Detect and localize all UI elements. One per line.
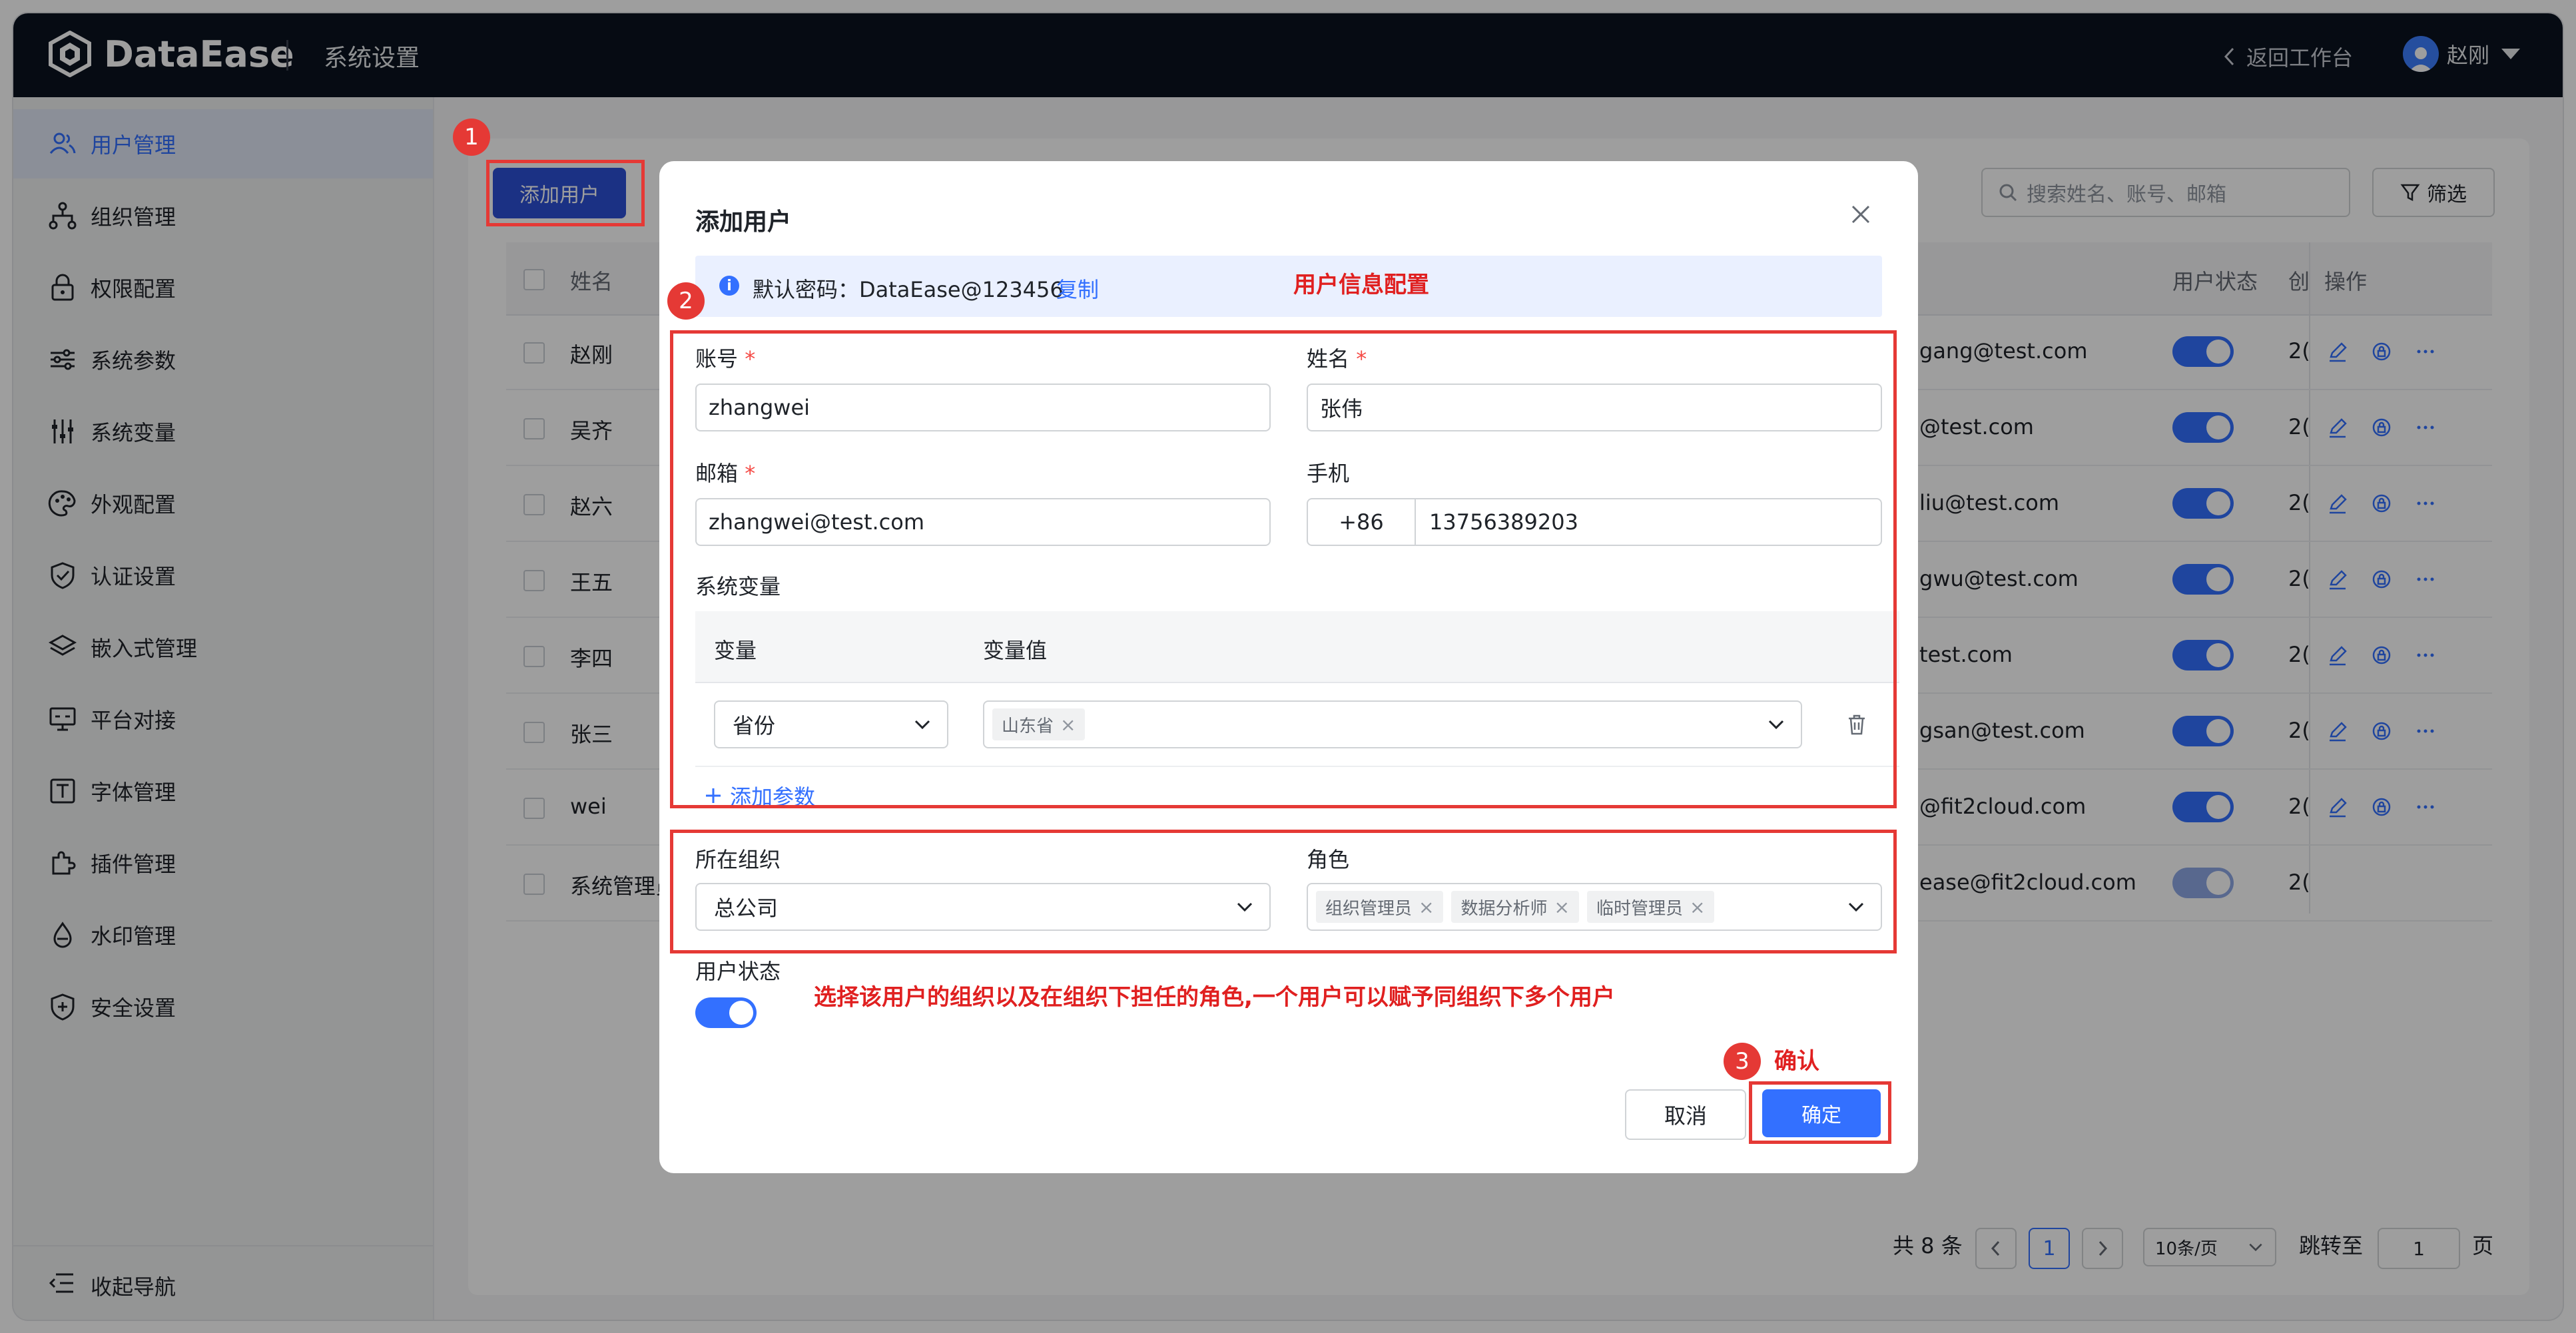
annotation-box-add-user: [486, 160, 645, 226]
close-icon[interactable]: [1847, 201, 1874, 228]
cancel-button[interactable]: 取消: [1625, 1089, 1746, 1140]
copy-password-link[interactable]: 复制: [1056, 273, 1099, 304]
annotation-confirm-note: 确认: [1774, 1048, 1819, 1075]
dialog-title: 添加用户: [695, 208, 792, 236]
annotation-marker-1: 1: [453, 119, 490, 156]
status-label: 用户状态: [695, 959, 781, 984]
info-icon: i: [719, 276, 739, 296]
annotation-marker-3: 3: [1724, 1043, 1761, 1080]
annotation-user-info-note: 用户信息配置: [1293, 272, 1429, 298]
default-password-text: 默认密码：DataEase@123456: [753, 277, 1064, 302]
annotation-marker-2: 2: [667, 282, 705, 320]
annotation-box-confirm: [1749, 1081, 1891, 1144]
annotation-org-role-note: 选择该用户的组织以及在组织下担任的角色,一个用户可以赋予同组织下多个用户: [814, 984, 1615, 1011]
annotation-box-org-role: [670, 830, 1897, 953]
user-status-toggle[interactable]: [695, 997, 757, 1028]
annotation-box-user-info: [670, 330, 1897, 808]
